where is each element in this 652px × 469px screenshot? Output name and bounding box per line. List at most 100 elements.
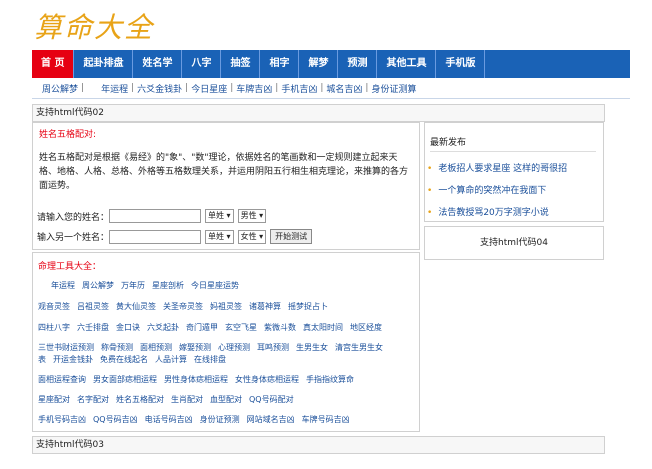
other-name-input[interactable]: [109, 229, 202, 244]
tool-link[interactable]: 嫁娶预测: [179, 343, 211, 352]
tool-link[interactable]: 人品计算: [155, 355, 187, 364]
tool-link[interactable]: 身份证预测: [200, 415, 240, 424]
tool-link[interactable]: 开运金钱卦: [53, 355, 93, 364]
tool-link[interactable]: 奇门遁甲: [186, 323, 218, 332]
tool-link[interactable]: QQ号码吉凶: [93, 415, 138, 424]
nav-tab-xiangzi[interactable]: 相字: [260, 50, 300, 78]
tool-link[interactable]: 表: [38, 355, 46, 364]
tool-link[interactable]: 姓名五格配对: [116, 395, 164, 404]
name-input[interactable]: [109, 209, 202, 223]
panel-description: 姓名五格配对是根据《易经》的"象"、"数"理论，依据姓名的笔画数和一定规则建立起…: [39, 153, 409, 191]
tools-title: 命理工具大全：: [38, 262, 102, 272]
nav-tab-qigua[interactable]: 起卦排盘: [74, 50, 134, 78]
tool-link[interactable]: 年运程: [51, 281, 75, 290]
name-match-panel: 姓名五格配对: 姓名五格配对是根据《易经》的"象"、"数"理论，依据姓名的笔画数…: [32, 122, 420, 250]
html-ad-box-side: 支持html代码04: [424, 226, 604, 260]
subnav-link[interactable]: 身份证测算: [371, 82, 416, 95]
nav-tab-mobile[interactable]: 手机版: [436, 50, 486, 78]
news-item[interactable]: 一个算命的突然冲在我面下: [427, 183, 567, 196]
subnav-link[interactable]: 手机吉凶: [281, 82, 317, 95]
nav-tab-home[interactable]: 首 页: [32, 50, 75, 78]
tool-link[interactable]: 四柱八字: [38, 323, 70, 332]
tool-link[interactable]: 诸葛神算: [249, 302, 281, 311]
subnav-link[interactable]: 六爻金钱卦: [137, 82, 182, 95]
html-ad-bar-bottom: 支持html代码03: [32, 436, 605, 454]
subnav-link[interactable]: 今日星座: [191, 82, 227, 95]
subnav-link[interactable]: 年运程: [101, 82, 128, 95]
start-test-button[interactable]: 开始测试: [270, 229, 313, 244]
subnav-separator: |: [365, 83, 369, 93]
tools-row: 三世书财运预测 称骨预测 面相预测 嫁娶预测 心理预测 耳鸣预测 生男生女 清宫生男生女: [38, 342, 390, 353]
site-logo[interactable]: 算命大全: [34, 6, 154, 46]
nav-tab-yuce[interactable]: 预测: [338, 50, 378, 78]
tool-link[interactable]: 星座剖析: [152, 281, 184, 290]
tool-link[interactable]: 生肖配对: [171, 395, 203, 404]
tool-link[interactable]: 耳鸣预测: [257, 343, 289, 352]
name-input-label: 请输入您的姓名：: [37, 212, 110, 223]
tool-link[interactable]: 电话号码吉凶: [145, 415, 193, 424]
tool-link[interactable]: 车牌号码吉凶: [302, 415, 350, 424]
nav-tab-name[interactable]: 姓名学: [133, 50, 183, 78]
tool-link[interactable]: 黄大仙灵签: [116, 302, 156, 311]
tool-link[interactable]: 血型配对: [210, 395, 242, 404]
tool-link[interactable]: 六爻起卦: [147, 323, 179, 332]
nav-tab-chouqian[interactable]: 抽签: [221, 50, 261, 78]
tool-link[interactable]: 观音灵签: [38, 302, 70, 311]
tool-link[interactable]: 男性身体痣相运程: [164, 375, 228, 384]
nav-tab-bazi[interactable]: 八字: [182, 50, 222, 78]
tool-link[interactable]: 吕祖灵签: [77, 302, 109, 311]
news-item[interactable]: 老板招人要求星座 这样的哥很招: [427, 161, 567, 174]
tool-link[interactable]: 真太阳时间: [303, 323, 343, 332]
tool-link[interactable]: 玄空飞星: [225, 323, 257, 332]
nav-tab-jiemeng[interactable]: 解梦: [299, 50, 339, 78]
nav-tab-tools[interactable]: 其他工具: [377, 50, 437, 78]
tool-link[interactable]: 手机号码吉凶: [38, 415, 86, 424]
latest-news-panel: 最新发布 老板招人要求星座 这样的哥很招 一个算命的突然冲在我面下 法告教授骂2…: [424, 122, 604, 222]
tool-link[interactable]: 摇梦捉占卜: [288, 302, 328, 311]
tools-row: 手机号码吉凶 QQ号码吉凶 电话号码吉凶 身份证预测 网站域名吉凶 车牌号码吉凶: [38, 414, 357, 425]
tool-link[interactable]: 网站域名吉凶: [247, 415, 295, 424]
main-nav: 首 页 起卦排盘 姓名学 八字 抽签 相字 解梦 预测 其他工具 手机版: [32, 50, 630, 78]
tool-link[interactable]: 手指指纹算命: [306, 375, 354, 384]
tool-link[interactable]: 面相预测: [140, 343, 172, 352]
subnav-separator: |: [230, 83, 234, 93]
tool-link[interactable]: 金口诀: [116, 323, 140, 332]
surname-type-select[interactable]: 单姓 ▾: [205, 209, 234, 223]
subnav-link[interactable]: 周公解梦: [42, 82, 78, 95]
tool-link[interactable]: 心理预测: [218, 343, 250, 352]
subnav-link[interactable]: 城名吉凶: [326, 82, 362, 95]
tool-link[interactable]: 紫微斗数: [264, 323, 296, 332]
tool-link[interactable]: 名字配对: [77, 395, 109, 404]
tool-link[interactable]: 女性身体痣相运程: [235, 375, 299, 384]
other-gender-select[interactable]: 女性 ▾: [237, 229, 267, 244]
tool-link[interactable]: 在线排盘: [194, 355, 226, 364]
tool-link[interactable]: 妈祖灵签: [210, 302, 242, 311]
tool-link[interactable]: 关圣帝灵签: [163, 302, 203, 311]
tool-link[interactable]: 称骨预测: [101, 343, 133, 352]
tools-row: 观音灵签 吕祖灵签 黄大仙灵签 关圣帝灵签 妈祖灵签 诸葛神算 摇梦捉占卜: [38, 301, 335, 312]
subnav-separator: |: [320, 83, 324, 93]
tool-link[interactable]: 万年历: [121, 281, 145, 290]
subnav-link[interactable]: 车牌吉凶: [236, 82, 272, 95]
tool-link[interactable]: 男女面部痣相运程: [93, 375, 157, 384]
tool-link[interactable]: 三世书财运预测: [38, 343, 94, 352]
tool-link[interactable]: QQ号码配对: [249, 395, 294, 404]
tool-link[interactable]: 面相运程查询: [38, 375, 86, 384]
tool-link[interactable]: 六壬排盘: [77, 323, 109, 332]
tool-link[interactable]: 周公解梦: [82, 281, 114, 290]
tools-row: 年运程 周公解梦 万年历 星座剖析 今日星座运势: [51, 280, 246, 291]
other-surname-type-select[interactable]: 单姓 ▾: [205, 229, 234, 244]
news-item[interactable]: 法告教授骂20万字测字小说: [427, 205, 567, 218]
tool-link[interactable]: 地区经度: [350, 323, 382, 332]
tool-link[interactable]: 今日星座运势: [191, 281, 239, 290]
tool-link[interactable]: 清宫生男生女: [335, 343, 383, 352]
tool-link[interactable]: 星座配对: [38, 395, 70, 404]
other-name-input-label: 输入另一个姓名：: [37, 233, 110, 243]
tool-link[interactable]: 免费在线起名: [100, 355, 148, 364]
tool-link[interactable]: 生男生女: [296, 343, 328, 352]
latest-news-title: 最新发布: [430, 138, 467, 148]
tools-row: 表开运金钱卦 免费在线起名 人品计算 在线排盘: [38, 354, 233, 365]
sub-nav: 周公解梦 | 年运程 | 六爻金钱卦 | 今日星座 | 车牌吉凶 | 手机吉凶 | 城名吉凶…: [32, 78, 630, 99]
gender-select[interactable]: 男性 ▾: [237, 209, 267, 223]
subnav-separator: |: [81, 83, 85, 93]
